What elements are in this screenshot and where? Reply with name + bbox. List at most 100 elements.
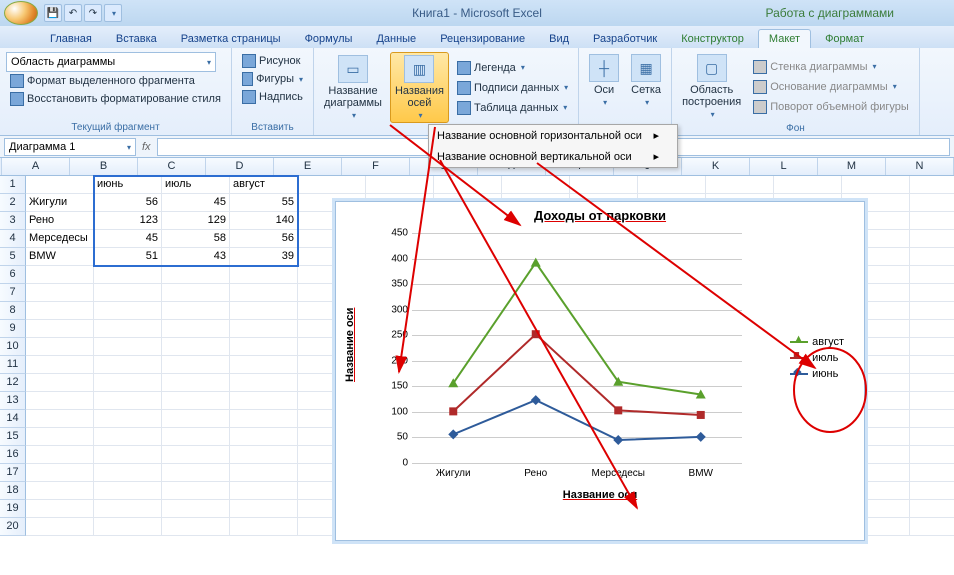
cell[interactable]: август bbox=[230, 176, 298, 194]
cell[interactable]: BMW bbox=[26, 248, 94, 266]
row-header-11[interactable]: 11 bbox=[0, 356, 26, 374]
cell[interactable]: Жигули bbox=[26, 194, 94, 212]
cell[interactable] bbox=[26, 302, 94, 320]
row-header-10[interactable]: 10 bbox=[0, 338, 26, 356]
cell[interactable] bbox=[570, 176, 638, 194]
legend-item[interactable]: ▲август bbox=[790, 336, 844, 348]
cell[interactable] bbox=[94, 464, 162, 482]
cell[interactable] bbox=[162, 464, 230, 482]
cell[interactable] bbox=[162, 500, 230, 518]
cell[interactable] bbox=[162, 356, 230, 374]
row-header-4[interactable]: 4 bbox=[0, 230, 26, 248]
cell[interactable] bbox=[94, 446, 162, 464]
reset-style-button[interactable]: Восстановить форматирование стиля bbox=[6, 90, 225, 108]
tab-Вставка[interactable]: Вставка bbox=[106, 30, 167, 48]
cell[interactable] bbox=[26, 320, 94, 338]
cell[interactable] bbox=[366, 176, 434, 194]
cell[interactable] bbox=[162, 428, 230, 446]
cell[interactable] bbox=[910, 410, 954, 428]
cell[interactable] bbox=[26, 410, 94, 428]
chart-title-button[interactable]: ▭Название диаграммы bbox=[320, 53, 386, 122]
chart-plot-area[interactable]: 050100150200250300350400450ЖигулиРеноМер… bbox=[380, 233, 854, 483]
row-header-16[interactable]: 16 bbox=[0, 446, 26, 464]
cell[interactable] bbox=[94, 410, 162, 428]
cell[interactable] bbox=[910, 338, 954, 356]
tab-Макет[interactable]: Макет bbox=[758, 29, 811, 48]
cell[interactable] bbox=[26, 338, 94, 356]
chart-area-selector[interactable]: Область диаграммы bbox=[6, 52, 216, 72]
qat-more-icon[interactable] bbox=[104, 4, 122, 22]
cell[interactable] bbox=[230, 500, 298, 518]
cell[interactable] bbox=[94, 500, 162, 518]
tab-Разработчик[interactable]: Разработчик bbox=[583, 30, 667, 48]
redo-icon[interactable]: ↷ bbox=[84, 4, 102, 22]
row-header-18[interactable]: 18 bbox=[0, 482, 26, 500]
cell[interactable] bbox=[910, 266, 954, 284]
cell[interactable] bbox=[842, 176, 910, 194]
chart-y-axis-title[interactable]: Название оси bbox=[344, 308, 356, 382]
cell[interactable]: Рено bbox=[26, 212, 94, 230]
cell[interactable] bbox=[910, 482, 954, 500]
row-header-17[interactable]: 17 bbox=[0, 464, 26, 482]
col-header-L[interactable]: L bbox=[750, 158, 818, 175]
cell[interactable] bbox=[910, 176, 954, 194]
cell[interactable] bbox=[26, 392, 94, 410]
dropdown-vertical-axis-title[interactable]: Название основной вертикальной оси▸ bbox=[429, 146, 677, 167]
cell[interactable] bbox=[162, 446, 230, 464]
cell[interactable] bbox=[26, 500, 94, 518]
chart-title-text[interactable]: Доходы от парковки bbox=[336, 208, 864, 223]
col-header-A[interactable]: A bbox=[2, 158, 70, 175]
cell[interactable] bbox=[910, 230, 954, 248]
cell[interactable] bbox=[230, 302, 298, 320]
data-table-button[interactable]: Таблица данных bbox=[453, 99, 572, 117]
cell[interactable] bbox=[162, 410, 230, 428]
col-header-N[interactable]: N bbox=[886, 158, 954, 175]
col-header-D[interactable]: D bbox=[206, 158, 274, 175]
legend-button[interactable]: Легенда bbox=[453, 59, 572, 77]
office-button[interactable] bbox=[4, 1, 38, 25]
cell[interactable]: 56 bbox=[230, 230, 298, 248]
cell[interactable] bbox=[910, 212, 954, 230]
cell[interactable] bbox=[230, 374, 298, 392]
cell[interactable] bbox=[26, 266, 94, 284]
row-header-20[interactable]: 20 bbox=[0, 518, 26, 536]
cell[interactable] bbox=[162, 482, 230, 500]
cell[interactable] bbox=[230, 338, 298, 356]
tab-Разметка страницы[interactable]: Разметка страницы bbox=[171, 30, 291, 48]
name-box[interactable]: Диаграмма 1 bbox=[4, 138, 136, 156]
row-header-3[interactable]: 3 bbox=[0, 212, 26, 230]
cell[interactable] bbox=[94, 428, 162, 446]
col-header-M[interactable]: M bbox=[818, 158, 886, 175]
cell[interactable] bbox=[502, 176, 570, 194]
undo-icon[interactable]: ↶ bbox=[64, 4, 82, 22]
cell[interactable] bbox=[162, 320, 230, 338]
cell[interactable] bbox=[638, 176, 706, 194]
row-header-15[interactable]: 15 bbox=[0, 428, 26, 446]
row-header-7[interactable]: 7 bbox=[0, 284, 26, 302]
row-header-6[interactable]: 6 bbox=[0, 266, 26, 284]
axis-titles-button[interactable]: ▥Названия осей bbox=[390, 52, 449, 123]
chart-x-axis-title[interactable]: Название оси bbox=[336, 489, 864, 501]
cell[interactable] bbox=[298, 176, 366, 194]
cell[interactable] bbox=[910, 446, 954, 464]
legend-item[interactable]: ◆июнь bbox=[790, 368, 844, 380]
row-header-2[interactable]: 2 bbox=[0, 194, 26, 212]
cell[interactable]: 129 bbox=[162, 212, 230, 230]
cell[interactable] bbox=[162, 374, 230, 392]
row-header-5[interactable]: 5 bbox=[0, 248, 26, 266]
cell[interactable] bbox=[774, 176, 842, 194]
cell[interactable] bbox=[162, 518, 230, 536]
plot-area-button[interactable]: ▢Область построения bbox=[678, 52, 745, 121]
format-selection-button[interactable]: Формат выделенного фрагмента bbox=[6, 72, 225, 90]
tab-Вид[interactable]: Вид bbox=[539, 30, 579, 48]
chart-object[interactable]: Доходы от парковки Название оси 05010015… bbox=[335, 201, 865, 541]
cell[interactable]: Мерседесы bbox=[26, 230, 94, 248]
cell[interactable] bbox=[230, 464, 298, 482]
row-header-1[interactable]: 1 bbox=[0, 176, 26, 194]
row-header-9[interactable]: 9 bbox=[0, 320, 26, 338]
col-header-K[interactable]: K bbox=[682, 158, 750, 175]
cell[interactable]: 123 bbox=[94, 212, 162, 230]
cell[interactable] bbox=[26, 464, 94, 482]
cell[interactable] bbox=[910, 518, 954, 536]
cell[interactable] bbox=[162, 338, 230, 356]
